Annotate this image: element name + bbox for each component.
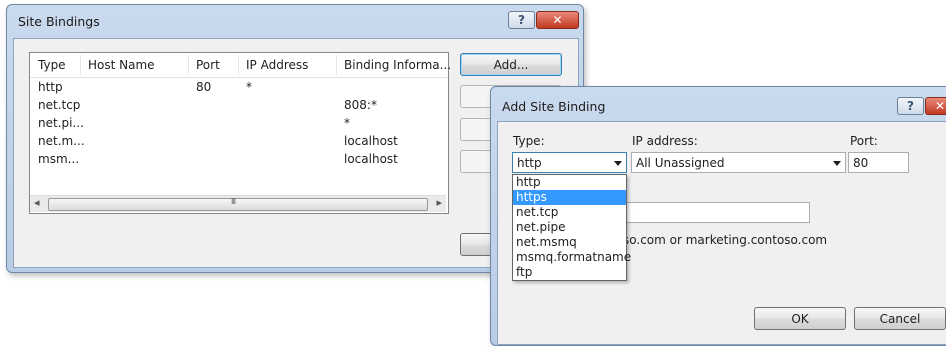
ip-address-select[interactable]: All Unassigned bbox=[631, 152, 846, 173]
ip-address-label: IP address: bbox=[632, 134, 698, 148]
table-row[interactable]: http 80 * bbox=[30, 80, 446, 98]
dropdown-option-net-msmq[interactable]: net.msmq bbox=[513, 235, 626, 250]
cell-type: net.tcp bbox=[38, 98, 81, 112]
chevron-down-icon[interactable] bbox=[614, 161, 622, 166]
cell-binding-information: 808:* bbox=[344, 98, 377, 112]
ok-button-label: OK bbox=[791, 311, 809, 326]
scroll-grip-icon: III bbox=[231, 197, 236, 206]
column-divider[interactable] bbox=[238, 55, 239, 75]
cell-type: http bbox=[38, 80, 63, 94]
add-site-binding-title: Add Site Binding bbox=[502, 99, 606, 114]
column-header-ip-address[interactable]: IP Address bbox=[246, 58, 308, 72]
column-header-host-name[interactable]: Host Name bbox=[88, 58, 155, 72]
scroll-thumb[interactable]: III bbox=[48, 197, 428, 211]
dropdown-option-ftp[interactable]: ftp bbox=[513, 265, 626, 280]
column-divider[interactable] bbox=[188, 55, 189, 75]
cell-type: net.m... bbox=[38, 134, 85, 148]
cell-binding-information: * bbox=[344, 116, 350, 130]
scroll-right-icon[interactable]: ▸ bbox=[436, 196, 442, 209]
port-label: Port: bbox=[850, 134, 878, 148]
add-binding-button[interactable]: Add... bbox=[460, 53, 562, 76]
add-site-binding-titlebar[interactable]: Add Site Binding ? ✕ bbox=[491, 87, 946, 121]
cell-binding-information: localhost bbox=[344, 152, 398, 166]
question-icon: ? bbox=[518, 13, 525, 27]
bindings-list[interactable]: Type Host Name Port IP Address Binding I… bbox=[29, 52, 451, 214]
cancel-button-label: Cancel bbox=[879, 311, 921, 326]
cancel-button[interactable]: Cancel bbox=[854, 307, 946, 330]
help-button[interactable]: ? bbox=[897, 97, 924, 115]
cell-binding-information: localhost bbox=[344, 134, 398, 148]
bindings-list-header: Type Host Name Port IP Address Binding I… bbox=[30, 53, 451, 78]
dropdown-option-msmq-formatname[interactable]: msmq.formatname bbox=[513, 250, 631, 265]
table-row[interactable]: net.m... localhost bbox=[30, 134, 446, 152]
type-dropdown-list[interactable]: http https net.tcp net.pipe net.msmq msm… bbox=[512, 174, 631, 281]
type-label: Type: bbox=[513, 134, 545, 148]
host-name-input[interactable] bbox=[618, 202, 810, 223]
column-header-type[interactable]: Type bbox=[38, 58, 66, 72]
column-header-binding-information[interactable]: Binding Informa... bbox=[344, 58, 451, 72]
table-row[interactable]: msm... localhost bbox=[30, 152, 446, 170]
cell-type: net.pi... bbox=[38, 116, 84, 130]
cell-port: 80 bbox=[196, 80, 212, 94]
scroll-left-icon[interactable]: ◂ bbox=[34, 196, 40, 209]
dropdown-option-net-pipe[interactable]: net.pipe bbox=[513, 220, 626, 235]
close-window-button[interactable]: ✕ bbox=[925, 97, 946, 115]
dropdown-option-https[interactable]: https bbox=[513, 190, 626, 205]
site-bindings-title: Site Bindings bbox=[18, 14, 100, 29]
port-input[interactable]: 80 bbox=[848, 152, 909, 173]
host-name-example-text: so.com or marketing.contoso.com bbox=[623, 233, 828, 247]
column-header-port[interactable]: Port bbox=[196, 58, 220, 72]
horizontal-scrollbar[interactable]: ◂ III ▸ bbox=[30, 195, 446, 212]
ok-button[interactable]: OK bbox=[754, 307, 846, 330]
close-icon: ✕ bbox=[934, 99, 946, 113]
help-button[interactable]: ? bbox=[508, 11, 535, 29]
type-select-value: http bbox=[517, 156, 542, 170]
column-divider[interactable] bbox=[80, 55, 81, 75]
port-value: 80 bbox=[853, 156, 869, 170]
table-row[interactable]: net.pi... * bbox=[30, 116, 446, 134]
question-icon: ? bbox=[907, 99, 914, 113]
cell-ip-address: * bbox=[246, 80, 252, 94]
column-divider[interactable] bbox=[336, 55, 337, 75]
ip-address-value: All Unassigned bbox=[636, 156, 725, 170]
close-icon: ✕ bbox=[552, 13, 563, 27]
add-site-binding-window: Add Site Binding ? ✕ Type: http IP addre… bbox=[490, 86, 946, 346]
type-select[interactable]: http bbox=[512, 152, 627, 173]
cell-type: msm... bbox=[38, 152, 80, 166]
dropdown-option-net-tcp[interactable]: net.tcp bbox=[513, 205, 626, 220]
table-row[interactable]: net.tcp 808:* bbox=[30, 98, 446, 116]
chevron-down-icon[interactable] bbox=[833, 161, 841, 166]
dropdown-option-http[interactable]: http bbox=[513, 175, 626, 190]
close-window-button[interactable]: ✕ bbox=[536, 11, 579, 29]
add-site-binding-client: Type: http IP address: All Unassigned Po… bbox=[497, 121, 946, 345]
site-bindings-titlebar[interactable]: Site Bindings ? ✕ bbox=[7, 5, 583, 39]
add-button-label: Add... bbox=[493, 57, 529, 72]
